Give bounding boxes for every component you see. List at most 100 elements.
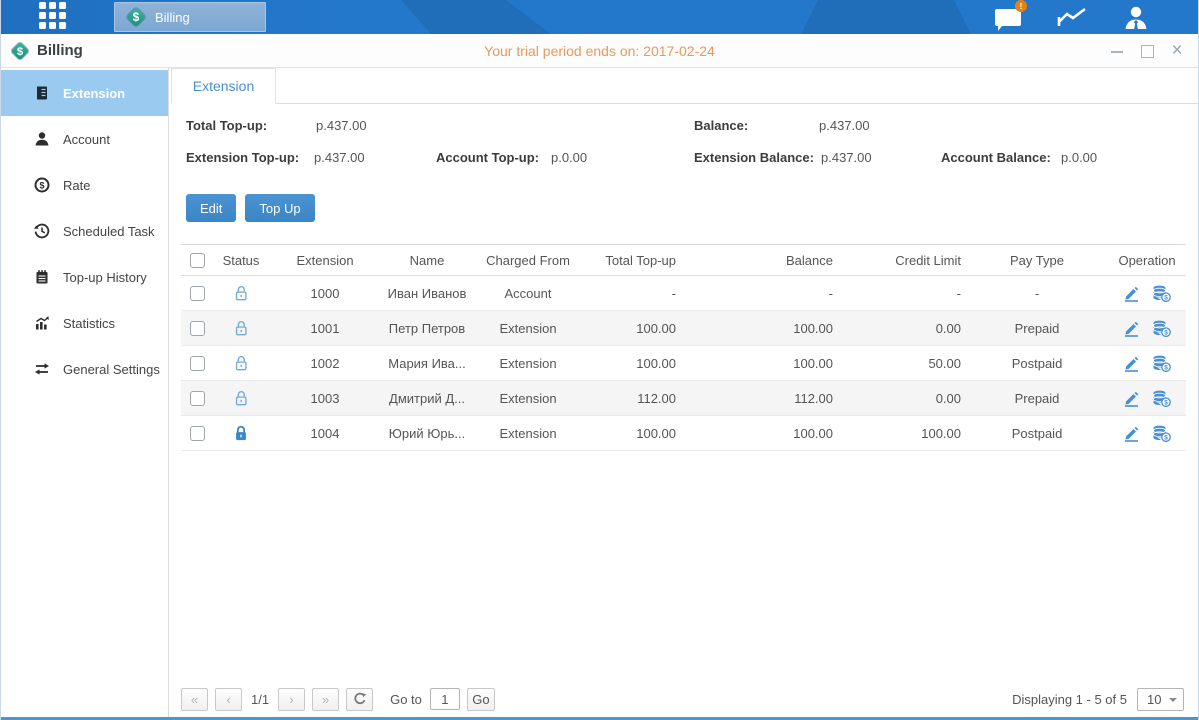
status-unlocked-icon [233, 319, 249, 337]
column-header-charged-from[interactable]: Charged From [473, 253, 583, 268]
window-title: Billing [37, 42, 83, 59]
cell-name: Юрий Юрь... [381, 426, 473, 441]
trial-notice: Your trial period ends on: 2017-02-24 [1, 43, 1198, 59]
sidebar: Extension Account $ Rate Scheduled Task [1, 68, 169, 718]
column-header-operation[interactable]: Operation [1108, 253, 1186, 268]
sidebar-item-label: Statistics [63, 316, 115, 331]
cell-credit-limit: 0.00 [838, 391, 966, 406]
topup-coins-icon[interactable]: $ [1152, 285, 1171, 302]
apps-grid-icon[interactable] [39, 2, 69, 32]
table-row: 1000 Иван Иванов Account - - - - $ [181, 276, 1186, 311]
refresh-icon[interactable] [346, 688, 373, 711]
cell-balance: 112.00 [681, 391, 838, 406]
sidebar-item-general-settings[interactable]: General Settings [1, 346, 168, 392]
edit-pencil-icon[interactable] [1123, 390, 1140, 407]
edit-pencil-icon[interactable] [1123, 425, 1140, 442]
cell-pay-type: Prepaid [966, 391, 1108, 406]
edit-pencil-icon[interactable] [1123, 355, 1140, 372]
cell-extension: 1004 [269, 426, 381, 441]
cell-balance: 100.00 [681, 426, 838, 441]
pagination-bar: « ‹ 1/1 › » Go to Go Displaying 1 - 5 of… [181, 686, 1184, 712]
cell-name: Мария Ива... [381, 356, 473, 371]
account-topup-label: Account Top-up: [436, 150, 539, 165]
edit-pencil-icon[interactable] [1123, 285, 1140, 302]
table-row: 1001 Петр Петров Extension 100.00 100.00… [181, 311, 1186, 346]
column-header-total-topup[interactable]: Total Top-up [583, 253, 681, 268]
cell-pay-type: Prepaid [966, 321, 1108, 336]
goto-label: Go to [390, 692, 422, 707]
row-checkbox[interactable] [190, 321, 205, 336]
first-page-button[interactable]: « [181, 688, 208, 711]
topup-button[interactable]: Top Up [245, 194, 314, 222]
row-checkbox[interactable] [190, 391, 205, 406]
column-header-extension[interactable]: Extension [269, 253, 381, 268]
topup-coins-icon[interactable]: $ [1152, 425, 1171, 442]
minimize-icon[interactable] [1110, 44, 1124, 58]
extension-balance-label: Extension Balance: [694, 150, 814, 165]
sidebar-item-topup-history[interactable]: Top-up History [1, 254, 168, 300]
cell-extension: 1001 [269, 321, 381, 336]
goto-page-input[interactable] [430, 688, 460, 710]
cell-extension: 1002 [269, 356, 381, 371]
table-body: 1000 Иван Иванов Account - - - - $ 1001 … [181, 276, 1186, 451]
cell-total-topup: - [583, 286, 681, 301]
row-checkbox[interactable] [190, 426, 205, 441]
prev-page-button[interactable]: ‹ [215, 688, 242, 711]
taskbar-item-billing[interactable]: $ Billing [114, 2, 266, 32]
billing-diamond-dollar-icon: $ [10, 40, 31, 61]
notepad-icon [33, 268, 51, 286]
billing-diamond-dollar-icon: $ [125, 6, 147, 28]
chat-notification-icon[interactable]: ! [991, 2, 1025, 32]
column-header-pay-type[interactable]: Pay Type [966, 253, 1108, 268]
line-chart-icon[interactable] [1055, 2, 1089, 32]
sidebar-item-label: Extension [63, 86, 125, 101]
topup-coins-icon[interactable]: $ [1152, 320, 1171, 337]
sidebar-item-scheduled-task[interactable]: Scheduled Task [1, 208, 168, 254]
sidebar-item-statistics[interactable]: Statistics [1, 300, 168, 346]
window-titlebar: $ Billing Your trial period ends on: 201… [1, 34, 1198, 68]
topup-coins-icon[interactable]: $ [1152, 355, 1171, 372]
wallpaper-decoration [801, 0, 971, 34]
column-header-status[interactable]: Status [213, 253, 269, 268]
page-size-dropdown[interactable]: 10 [1137, 688, 1184, 711]
row-checkbox[interactable] [190, 356, 205, 371]
cell-total-topup: 100.00 [583, 426, 681, 441]
user-account-icon[interactable] [1119, 2, 1153, 32]
tabstrip: Extension [171, 68, 1198, 104]
sidebar-item-rate[interactable]: $ Rate [1, 162, 168, 208]
tab-extension[interactable]: Extension [171, 68, 276, 104]
last-page-button[interactable]: » [312, 688, 339, 711]
balance-label: Balance: [694, 118, 748, 133]
topup-coins-icon[interactable]: $ [1152, 390, 1171, 407]
status-unlocked-icon [233, 284, 249, 302]
cell-balance: 100.00 [681, 356, 838, 371]
svg-text:$: $ [39, 180, 44, 190]
cell-charged-from: Account [473, 286, 583, 301]
history-clock-icon [33, 222, 51, 240]
cell-credit-limit: 50.00 [838, 356, 966, 371]
sidebar-item-extension[interactable]: Extension [1, 70, 168, 116]
go-button[interactable]: Go [467, 688, 495, 711]
edit-pencil-icon[interactable] [1123, 320, 1140, 337]
cell-extension: 1000 [269, 286, 381, 301]
next-page-button[interactable]: › [278, 688, 305, 711]
page-indicator: 1/1 [251, 692, 269, 707]
select-all-checkbox[interactable] [190, 253, 205, 268]
edit-button[interactable]: Edit [186, 194, 236, 222]
wallpaper-decoration [401, 0, 551, 34]
notification-badge: ! [1015, 0, 1027, 12]
sidebar-item-label: General Settings [63, 362, 160, 377]
extension-balance-value: p.437.00 [821, 150, 872, 165]
column-header-credit-limit[interactable]: Credit Limit [838, 253, 966, 268]
status-locked-icon [233, 424, 249, 442]
column-header-name[interactable]: Name [381, 253, 473, 268]
row-checkbox[interactable] [190, 286, 205, 301]
cell-charged-from: Extension [473, 426, 583, 441]
cell-name: Петр Петров [381, 321, 473, 336]
sidebar-item-label: Rate [63, 178, 90, 193]
close-icon[interactable]: × [1170, 44, 1184, 58]
column-header-balance[interactable]: Balance [681, 253, 838, 268]
extension-topup-value: p.437.00 [314, 150, 365, 165]
maximize-icon[interactable] [1140, 44, 1154, 58]
sidebar-item-account[interactable]: Account [1, 116, 168, 162]
